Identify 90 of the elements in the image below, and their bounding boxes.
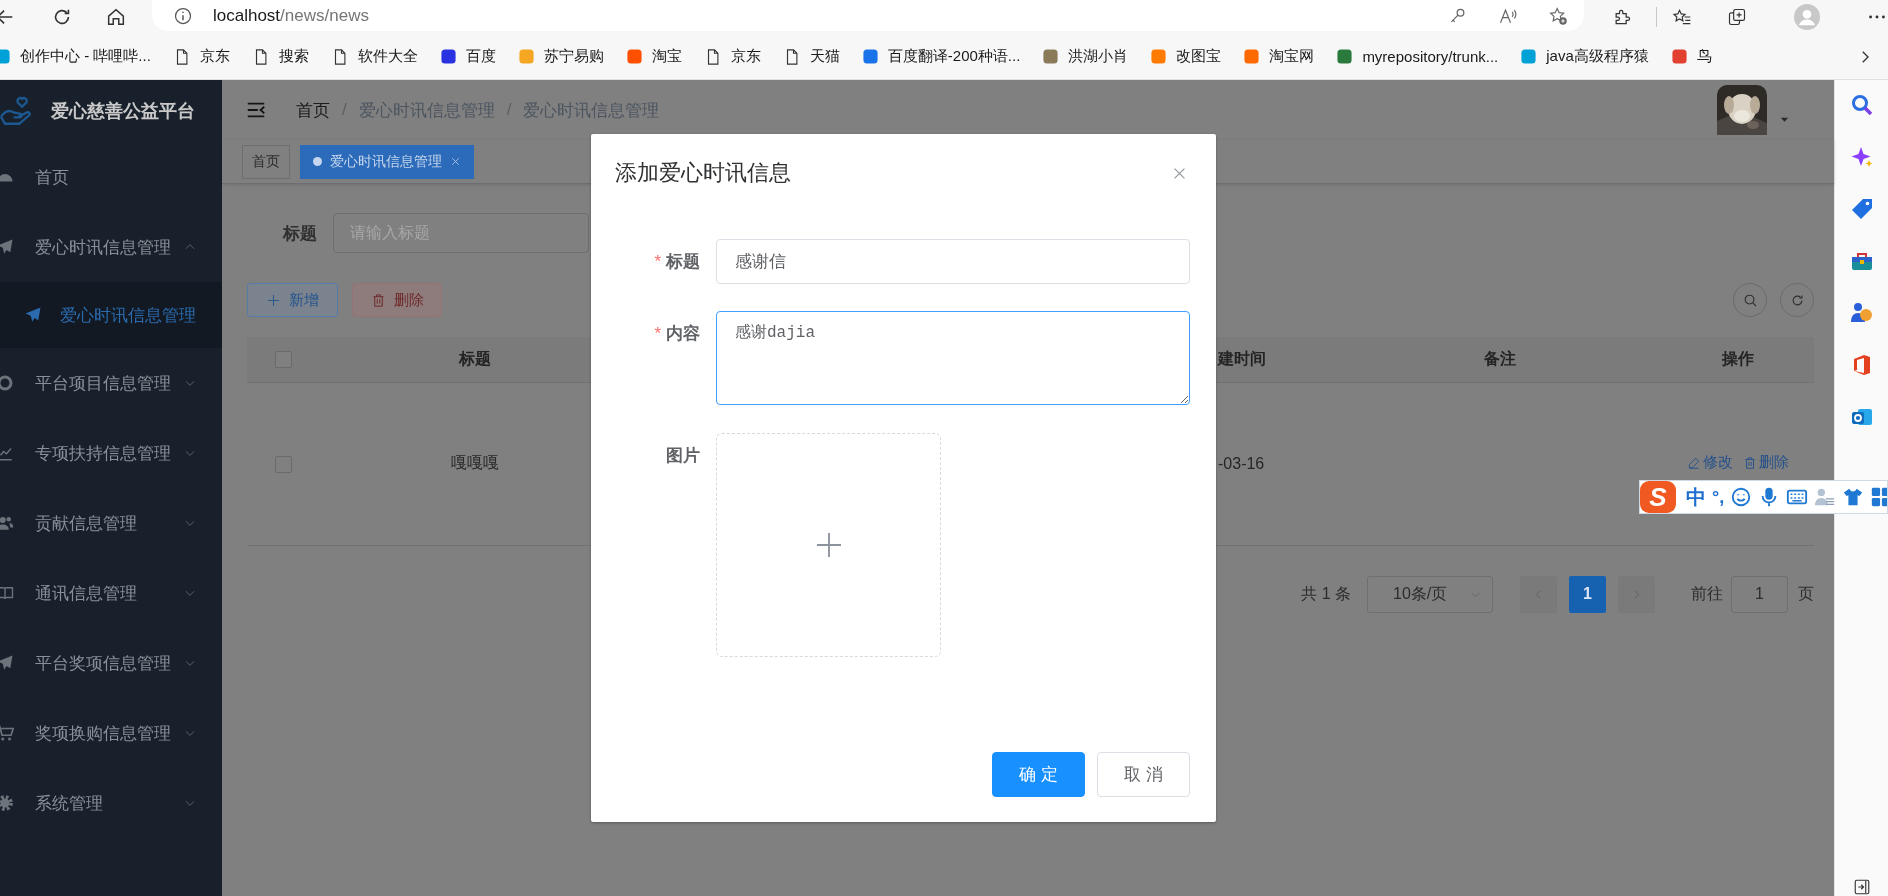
book-icon [0,584,14,602]
search-label: 标题 [283,222,317,245]
bookmark[interactable]: 鸟 [1670,47,1712,66]
bookmark[interactable]: 京东 [172,47,230,66]
people-icon [0,514,14,532]
bookmark[interactable]: myrepository/trunk... [1336,48,1499,65]
page-input[interactable]: 1 [1731,575,1788,613]
bookmark[interactable]: 改图宝 [1150,47,1222,66]
page-suffix: 页 [1798,583,1814,604]
breadcrumb-separator: / [342,100,347,120]
confirm-button[interactable]: 确定 [992,752,1085,797]
tab[interactable]: 爱心时讯信息管理 [300,144,474,179]
info-icon [173,5,193,26]
search-icon[interactable] [1849,93,1874,117]
bookmark[interactable]: java高级程序猿 [1520,47,1649,66]
shirt-icon[interactable] [1842,486,1865,508]
bookmark[interactable]: 淘宝网 [1243,47,1315,66]
favorites-icon[interactable] [1672,7,1692,27]
menu-item[interactable]: 奖项换购信息管理 [0,698,222,768]
grid-icon[interactable] [1870,486,1887,508]
dialog-title: 添加爱心时讯信息 [615,159,791,187]
column-header: 操作 [1722,349,1754,367]
ring-icon [0,374,14,392]
app-title: 爱心慈善公益平台 [51,100,195,123]
bookmark[interactable]: 淘宝 [625,47,682,66]
field-label: 内容 [666,323,700,345]
gear-icon [0,794,14,812]
field-label: 标题 [666,251,700,273]
bookmark[interactable]: 苏宁易购 [517,47,604,66]
field-label: 图片 [666,445,700,467]
dot-icon [313,157,322,166]
menu-item[interactable]: 平台奖项信息管理 [0,628,222,698]
person-icon[interactable] [1814,486,1837,508]
ime-logo[interactable]: S [1640,481,1676,513]
breadcrumb-item[interactable]: 首页 [296,98,330,122]
trash-icon [1743,455,1757,470]
people-icon[interactable] [1849,301,1874,325]
menu-item[interactable]: 平台项目信息管理 [0,348,222,418]
menu-item[interactable]: 专项扶持信息管理 [0,418,222,488]
home-icon[interactable] [105,6,127,28]
bookmark[interactable]: 天猫 [782,47,840,66]
menu-item[interactable]: 首页 [0,142,222,212]
plus-icon [266,292,281,308]
tab[interactable]: 首页 [242,144,290,179]
paper-plane-icon [0,654,14,672]
cart-icon [0,724,14,742]
refresh-icon [1789,292,1805,308]
sidebar-toggle-icon[interactable] [1852,878,1871,896]
bookmark[interactable]: 洪湖小肖 [1042,47,1129,66]
required-mark: * [654,323,661,344]
page-size-select[interactable]: 10条/页 [1367,575,1493,613]
smiley-icon[interactable] [1730,486,1753,508]
search-button[interactable] [1733,283,1767,317]
bookmark[interactable]: 百度 [439,47,496,66]
ime-punctuation[interactable]: °, [1712,486,1725,508]
breadcrumb-separator: / [506,100,512,120]
menu-item[interactable]: 通讯信息管理 [0,558,222,628]
required-mark: * [654,251,661,272]
sparkle-icon[interactable] [1849,145,1874,169]
read-aloud-icon[interactable] [1498,5,1518,26]
column-header: 备注 [1484,349,1516,367]
bookmark[interactable]: 搜索 [251,47,309,66]
hand-heart-icon [0,94,32,128]
bookmark[interactable]: 百度翻译-200种语... [861,47,1021,66]
bookmark[interactable]: 创作中心 - 哔哩哔... [0,47,151,66]
content-field[interactable]: 感谢dajia [716,311,1190,405]
menu-item[interactable]: 爱心时讯信息管理 [0,212,222,282]
paper-plane-icon [24,306,42,324]
menu-item[interactable]: 系统管理 [0,768,222,838]
table-cell: -03-16 [1218,454,1265,472]
ime-mode[interactable]: 中 [1686,483,1706,511]
bookmark[interactable]: 软件大全 [330,47,418,66]
menu-item[interactable]: 爱心时讯信息管理 [0,282,222,348]
page-button[interactable]: 1 [1569,575,1606,613]
menu-item[interactable]: 贡献信息管理 [0,488,222,558]
paper-plane-icon [0,238,14,256]
pencil-icon [1687,455,1701,470]
column-header: 标题 [459,349,491,367]
total-count: 共 1 条 [1301,583,1351,604]
close-icon[interactable] [450,156,461,167]
column-header: 建时间 [1218,349,1266,367]
search-icon [1742,292,1758,308]
goto-label: 前往 [1691,583,1723,604]
cancel-button[interactable]: 取消 [1097,752,1190,797]
address-bar[interactable]: localhost/news/news [152,0,1584,31]
collections-icon[interactable] [1727,7,1747,27]
bookmark[interactable]: 京东 [703,47,761,66]
favorite-add-icon[interactable] [1548,5,1568,26]
table-cell: 嘎嘎嘎 [451,454,499,471]
title-field[interactable]: 感谢信 [716,239,1190,284]
